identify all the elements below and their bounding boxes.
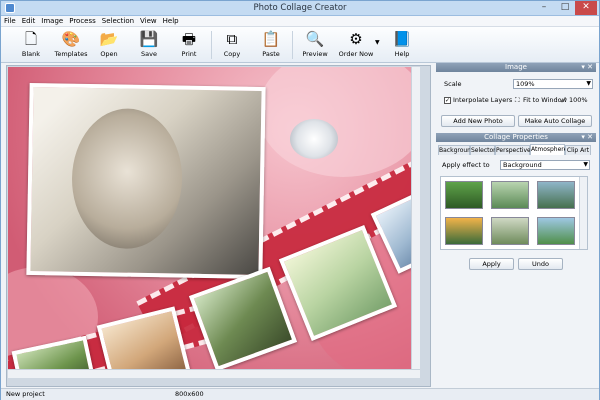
menu-file[interactable]: File — [1, 16, 19, 27]
magnifier-icon: 🔍 — [305, 30, 325, 48]
interpolate-label: Interpolate Layers — [453, 96, 513, 104]
ribbon-ornament — [290, 119, 338, 159]
effect-thumbnail[interactable] — [445, 217, 483, 245]
window-title: Photo Collage Creator — [253, 3, 347, 13]
scale-label: Scale — [444, 80, 462, 88]
copy-icon: ⧉ — [226, 30, 238, 48]
side-panel: Image ▾ ✕ Scale 109% ▼ ✓ Interpolate Layer… — [436, 63, 596, 388]
chevron-down-icon: ▼ — [583, 161, 588, 168]
tab-atmosphere[interactable]: Atmosphere — [530, 144, 567, 155]
chevron-down-icon: ▼ — [586, 80, 591, 87]
apply-effect-label: Apply effect to — [442, 161, 490, 169]
tab-clip-art[interactable]: Clip Art — [565, 145, 591, 155]
collage-properties-header: Collage Properties ▾ ✕ — [436, 133, 596, 142]
gear-icon: ⚙ — [349, 30, 363, 48]
image-panel-header: Image ▾ ✕ — [436, 63, 596, 72]
order-dropdown-arrow-icon[interactable]: ▼ — [375, 39, 380, 46]
panel-close-icon[interactable]: ▾ ✕ — [581, 133, 593, 142]
effect-thumbnail[interactable] — [491, 217, 529, 245]
copy-button[interactable]: ⧉ Copy — [214, 28, 250, 62]
effect-thumbnail[interactable] — [537, 181, 575, 209]
fit-window-icon: ⛶ — [515, 96, 520, 104]
menu-selection[interactable]: Selection — [99, 16, 137, 27]
properties-tabs: Background Selector Perspective Atmosphe… — [438, 144, 594, 155]
minimize-button[interactable]: – — [533, 1, 555, 15]
title-bar: Photo Collage Creator – □ ✕ — [1, 1, 599, 16]
effect-thumbnail[interactable] — [445, 181, 483, 209]
order-now-button[interactable]: ⚙ Order Now — [338, 28, 374, 62]
collage-photo[interactable] — [96, 306, 192, 378]
make-auto-collage-button[interactable]: Make Auto Collage — [518, 115, 592, 127]
paste-icon: 📋 — [261, 30, 281, 48]
undo-button[interactable]: Undo — [518, 258, 563, 270]
canvas-area — [6, 65, 431, 387]
help-button[interactable]: 📘 Help — [384, 28, 420, 62]
templates-button[interactable]: 🎨 Templates — [53, 28, 89, 62]
app-window: Photo Collage Creator – □ ✕ File Edit Imag… — [0, 0, 600, 400]
status-bar: New project 800x600 — [1, 388, 599, 400]
interpolate-checkbox[interactable]: ✓ — [444, 97, 451, 104]
help-book-icon: 📘 — [392, 30, 412, 48]
blank-page-icon: 🗋 — [24, 30, 38, 48]
zoom-100-button[interactable]: 100% — [569, 96, 588, 104]
canvas-size-status: 800x600 — [175, 390, 204, 398]
menu-process[interactable]: Process — [66, 16, 99, 27]
vertical-scrollbar[interactable] — [411, 67, 420, 378]
tab-selector[interactable]: Selector — [470, 145, 496, 155]
toolbar: 🗋 Blank 🎨 Templates 📂 Open 💾 Save 🖶 Print ⧉ Co… — [1, 27, 599, 63]
paste-button[interactable]: 📋 Paste — [253, 28, 289, 62]
add-new-photo-button[interactable]: Add New Photo — [441, 115, 515, 127]
project-status: New project — [6, 390, 45, 398]
blank-button[interactable]: 🗋 Blank — [13, 28, 49, 62]
save-button[interactable]: 💾 Save — [131, 28, 167, 62]
menu-bar: File Edit Image Process Selection View Help — [1, 16, 599, 27]
palette-icon: 🎨 — [61, 30, 81, 48]
toolbar-separator — [211, 31, 212, 59]
collage-canvas[interactable] — [8, 67, 420, 378]
menu-help[interactable]: Help — [160, 16, 182, 27]
menu-image[interactable]: Image — [38, 16, 66, 27]
preview-button[interactable]: 🔍 Preview — [297, 28, 333, 62]
close-button[interactable]: ✕ — [575, 1, 597, 15]
apply-effect-select[interactable]: Background ▼ — [500, 160, 590, 170]
menu-view[interactable]: View — [137, 16, 160, 27]
floppy-disk-icon: 💾 — [139, 30, 159, 48]
menu-edit[interactable]: Edit — [19, 16, 39, 27]
scale-select[interactable]: 109% ▼ — [513, 79, 593, 89]
tab-perspective[interactable]: Perspective — [495, 145, 531, 155]
toolbar-separator — [292, 31, 293, 59]
zoom-icon: ⤢ — [561, 96, 567, 104]
effect-thumbnail[interactable] — [491, 181, 529, 209]
printer-icon: 🖶 — [181, 30, 197, 48]
effect-thumbnail[interactable] — [537, 217, 575, 245]
horizontal-scrollbar[interactable] — [8, 369, 420, 378]
effect-thumbnails — [440, 176, 588, 250]
rose-petal — [258, 67, 420, 177]
apply-button[interactable]: Apply — [469, 258, 514, 270]
open-folder-icon: 📂 — [99, 30, 119, 48]
panel-close-icon[interactable]: ▾ ✕ — [581, 63, 593, 72]
print-button[interactable]: 🖶 Print — [171, 28, 207, 62]
portrait-face — [70, 107, 184, 250]
thumbnails-scrollbar[interactable] — [579, 177, 587, 249]
tab-background[interactable]: Background — [438, 145, 475, 155]
open-button[interactable]: 📂 Open — [91, 28, 127, 62]
maximize-button[interactable]: □ — [554, 1, 576, 15]
main-portrait-photo[interactable] — [26, 82, 266, 280]
